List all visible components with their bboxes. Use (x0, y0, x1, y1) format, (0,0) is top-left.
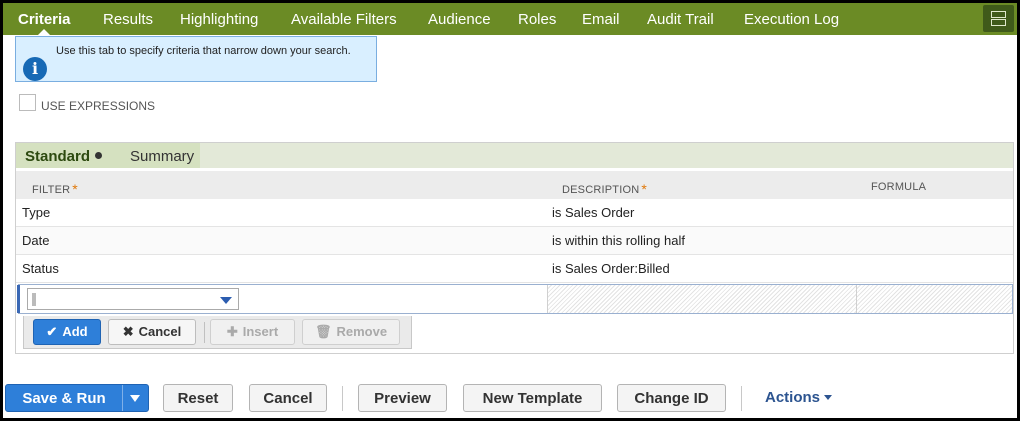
remove-button[interactable]: 🗑 Remove (302, 319, 400, 345)
row-filter: Date (22, 233, 50, 248)
tab-bar: Criteria Results Highlighting Available … (3, 3, 1017, 35)
add-button[interactable]: ✔ Add (33, 319, 101, 345)
actions-menu[interactable]: Actions (765, 389, 833, 406)
column-header-description: DESCRIPTION * (562, 181, 648, 197)
column-header-formula: FORMULA (871, 181, 927, 193)
layout-menu-icon[interactable] (983, 5, 1014, 32)
trash-icon: 🗑 (314, 324, 332, 339)
info-icon: i (23, 57, 47, 81)
use-expressions-checkbox[interactable] (19, 94, 36, 111)
reset-button[interactable]: Reset (163, 384, 233, 412)
table-row[interactable]: Type is Sales Order (16, 199, 1013, 227)
dropdown-arrow-icon[interactable] (130, 395, 140, 402)
tab-roles[interactable]: Roles (518, 3, 556, 35)
criteria-panel: Standard Summary FILTER * DESCRIPTION * FO… (15, 142, 1014, 354)
insert-button[interactable]: ✚ Insert (210, 319, 295, 345)
save-and-run-label: Save & Run (22, 390, 106, 407)
formula-cell-disabled (856, 285, 1012, 313)
row-filter: Status (22, 261, 59, 276)
subtab-summary[interactable]: Summary (130, 148, 194, 165)
close-icon: ✖ (122, 324, 134, 339)
tab-audience[interactable]: Audience (428, 3, 491, 35)
info-tooltip: i Use this tab to specify criteria that … (15, 36, 377, 82)
row-description: is Sales Order (552, 205, 635, 220)
tab-available-filters[interactable]: Available Filters (291, 3, 397, 35)
tab-audit-trail[interactable]: Audit Trail (647, 3, 714, 35)
row-description: is within this rolling half (552, 233, 685, 248)
row-filter: Type (22, 205, 51, 220)
table-row[interactable]: Status is Sales Order:Billed (16, 255, 1013, 283)
save-and-run-button[interactable]: Save & Run (5, 384, 149, 412)
tab-results[interactable]: Results (103, 3, 153, 35)
new-template-button[interactable]: New Template (463, 384, 602, 412)
column-header-filter: FILTER * (32, 181, 78, 197)
saved-search-editor: Criteria Results Highlighting Available … (3, 3, 1017, 418)
criteria-subtabs: Standard Summary (16, 143, 1013, 168)
filter-select[interactable] (27, 288, 239, 310)
row-description: is Sales Order:Billed (552, 261, 670, 276)
tab-criteria[interactable]: Criteria (18, 3, 71, 35)
line-button-bar: ✔ Add ✖ Cancel ✚ Insert 🗑 Remove (23, 316, 412, 349)
tab-highlighting[interactable]: Highlighting (180, 3, 258, 35)
cancel-button[interactable]: Cancel (249, 384, 327, 412)
cancel-line-button[interactable]: ✖ Cancel (108, 319, 196, 345)
active-dot-icon (95, 152, 103, 159)
check-icon: ✔ (46, 324, 58, 339)
info-text: Use this tab to specify criteria that na… (56, 45, 351, 57)
plus-icon: ✚ (226, 324, 238, 339)
caret-down-icon (824, 395, 833, 400)
preview-button[interactable]: Preview (358, 384, 447, 412)
subtab-standard[interactable]: Standard (25, 148, 103, 165)
description-cell-disabled (547, 285, 856, 313)
change-id-button[interactable]: Change ID (617, 384, 726, 412)
tab-execution-log[interactable]: Execution Log (744, 3, 839, 35)
table-row[interactable]: Date is within this rolling half (16, 227, 1013, 255)
table-header: FILTER * DESCRIPTION * FORMULA (16, 171, 1013, 199)
new-criteria-row (17, 284, 1013, 314)
chevron-down-icon (220, 297, 232, 304)
use-expressions-label: USE EXPRESSIONS (41, 99, 156, 113)
tab-email[interactable]: Email (582, 3, 620, 35)
